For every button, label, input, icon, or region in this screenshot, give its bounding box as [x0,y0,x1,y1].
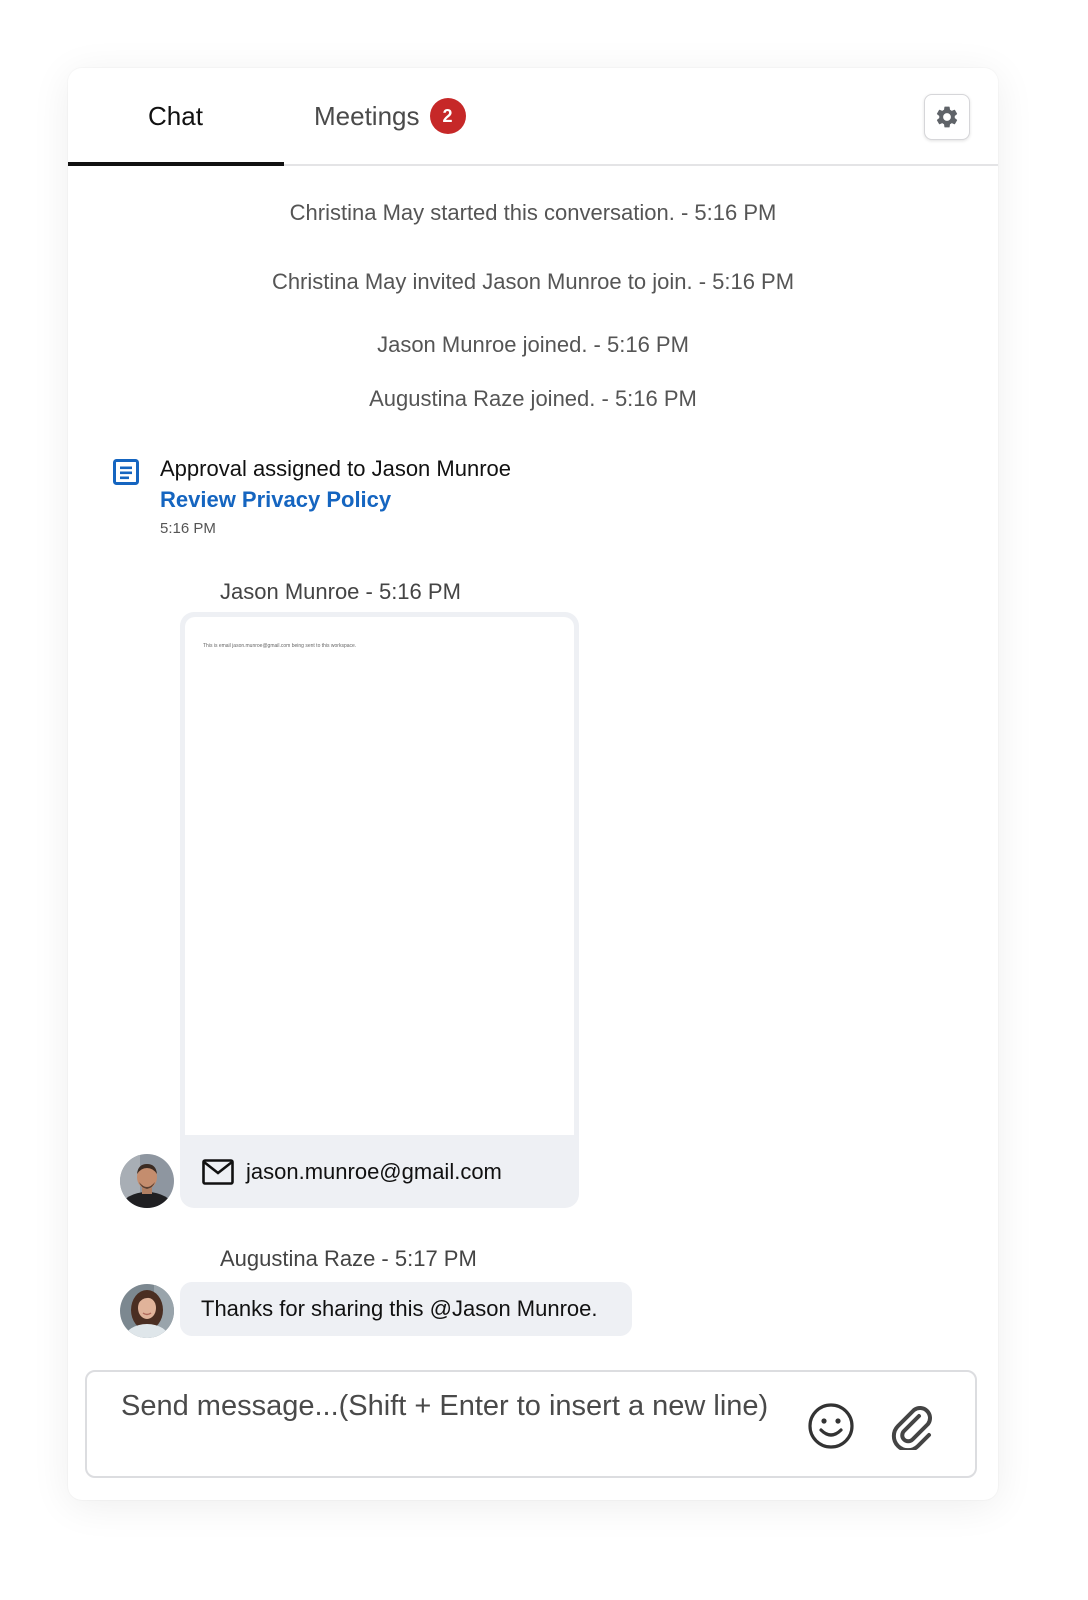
document-icon [113,459,139,485]
attachment-footer: jason.munroe@gmail.com [180,1136,579,1208]
paperclip-icon [891,1406,932,1450]
system-event: Augustina Raze joined. - 5:16 PM [369,386,697,411]
system-event: Christina May invited Jason Munroe to jo… [271,269,795,294]
settings-button[interactable] [924,94,970,140]
tab-bar: Chat Meetings 2 [68,68,998,166]
attachment-preview: This is email jason.munroe@gmail.com bei… [185,617,574,1135]
message-header: Augustina Raze - 5:17 PM [220,1246,477,1271]
message-composer [85,1370,977,1478]
review-privacy-policy-link[interactable]: Review Privacy Policy [160,487,391,513]
system-event: Jason Munroe joined. - 5:16 PM [377,332,689,357]
attachment-email: jason.munroe@gmail.com [246,1159,502,1184]
approval-text: Approval assigned to Jason Munroe [160,456,511,481]
chat-panel: Chat Meetings 2 Christina May started th… [68,68,998,1500]
system-event: Christina May started this conversation.… [289,200,777,225]
avatar[interactable] [120,1284,174,1338]
message-header: Jason Munroe - 5:16 PM [220,579,461,604]
emoji-button[interactable] [805,1400,857,1452]
jason-munroe-avatar-image [120,1154,174,1208]
message-input[interactable] [121,1386,801,1426]
tab-meetings-label: Meetings [314,100,420,131]
attach-file-button[interactable] [887,1400,939,1452]
emoji-icon [808,1403,854,1449]
active-tab-indicator [68,162,284,166]
augustina-raze-avatar-image [120,1284,174,1338]
mail-icon [202,1159,234,1185]
meetings-count-badge: 2 [429,98,466,134]
message-bubble: Thanks for sharing this @Jason Munroe. [180,1282,632,1336]
tab-chat[interactable]: Chat [148,96,203,136]
attachment-preview-text: This is email jason.munroe@gmail.com bei… [203,643,357,649]
tab-meetings[interactable]: Meetings 2 [314,96,466,136]
tab-chat-label: Chat [148,100,203,131]
email-attachment-card[interactable]: This is email jason.munroe@gmail.com bei… [180,612,579,1208]
gear-icon [936,106,958,128]
approval-timestamp: 5:16 PM [160,520,216,537]
avatar[interactable] [120,1154,174,1208]
